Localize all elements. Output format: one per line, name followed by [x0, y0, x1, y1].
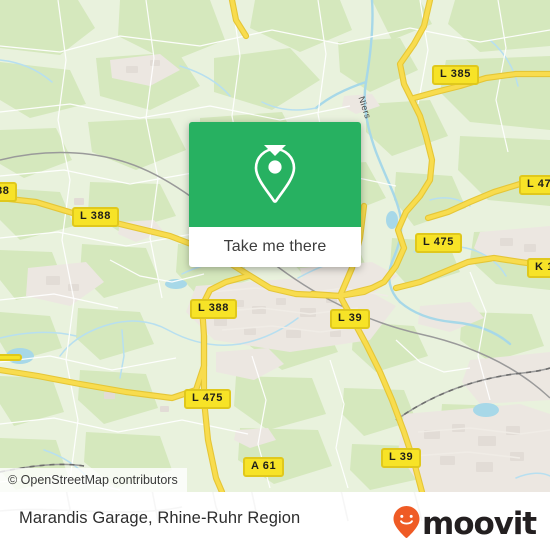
- moovit-pin-icon: [392, 505, 421, 544]
- map-canvas[interactable]: L 385 L 47 L 475 K 1 88 L 388 L 388 L 39…: [0, 0, 550, 492]
- road-shield: L 39: [330, 309, 371, 329]
- page-title: Marandis Garage, Rhine-Ruhr Region: [19, 509, 301, 527]
- footer-bar: Marandis Garage, Rhine-Ruhr Region moovi…: [0, 492, 550, 550]
- map-callout-popup[interactable]: Take me there: [189, 122, 361, 267]
- road-shield: L 388: [190, 299, 237, 319]
- road-shield: L 385: [432, 65, 479, 85]
- road-shield: L 475: [415, 233, 462, 253]
- take-me-there-label: Take me there: [223, 238, 327, 255]
- road-shield: K 1: [527, 258, 550, 278]
- attribution-text: © OpenStreetMap contributors: [8, 473, 178, 487]
- popup-image-area: [189, 122, 361, 227]
- moovit-logo[interactable]: moovit: [392, 505, 537, 544]
- road-shield: 88: [0, 182, 18, 202]
- road-shield: L 475: [184, 389, 231, 409]
- road-shield: L 47: [519, 175, 550, 195]
- moovit-wordmark: moovit: [422, 506, 537, 542]
- map-attribution[interactable]: © OpenStreetMap contributors: [0, 468, 187, 492]
- road-shield: L 39: [381, 448, 422, 468]
- map-pin-icon: [189, 122, 361, 227]
- map-screen: L 385 L 47 L 475 K 1 88 L 388 L 388 L 39…: [0, 0, 550, 550]
- road-shield: A 61: [243, 457, 285, 477]
- road-shield: L 388: [72, 207, 119, 227]
- take-me-there-button[interactable]: Take me there: [189, 227, 361, 267]
- road-shield: [0, 354, 22, 361]
- popup-tail: [264, 145, 286, 156]
